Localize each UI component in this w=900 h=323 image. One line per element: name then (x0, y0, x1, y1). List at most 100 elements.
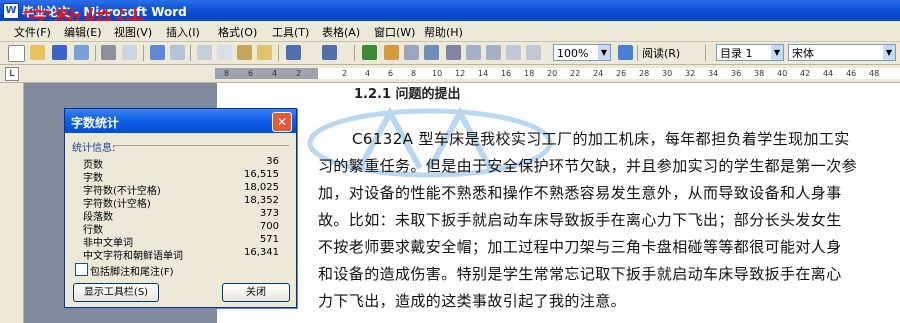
ruler-tick: 36 (731, 69, 742, 78)
toolbar-separator (278, 45, 279, 61)
document-page[interactable] (217, 83, 900, 323)
menu-view[interactable]: 视图(V) (114, 24, 152, 40)
document-map-icon[interactable] (486, 45, 501, 60)
menu-window[interactable]: 窗口(W) (374, 24, 415, 40)
toolbar-separator (95, 45, 96, 61)
redo-icon[interactable] (322, 45, 337, 60)
stat-row-chars-no-spaces: 字符数(不计空格) 18,025 (83, 182, 279, 197)
menu-tools[interactable]: 工具(T) (272, 24, 309, 40)
font-select[interactable]: 宋体 ▼ (788, 44, 896, 61)
ruler-tick: 34 (708, 69, 719, 78)
menu-table[interactable]: 表格(A) (322, 24, 360, 40)
drawing-icon[interactable] (466, 45, 481, 60)
ruler-tick: 32 (685, 69, 696, 78)
ruler-tick: 22 (570, 69, 581, 78)
stat-row-chars-with-spaces: 字符数(计空格) 18,352 (83, 195, 279, 210)
menu-insert[interactable]: 插入(I) (166, 24, 200, 40)
stat-row-asian-chars: 中文字符和朝鲜语单词 16,341 (83, 247, 279, 262)
stat-row-lines: 行数 700 (83, 221, 279, 236)
menu-edit[interactable]: 编辑(E) (64, 24, 102, 40)
ruler-tick: 8 (411, 69, 417, 78)
print-icon[interactable] (101, 45, 116, 60)
research-icon[interactable] (170, 45, 185, 60)
include-footnotes-label[interactable]: 包括脚注和尾注(F) (90, 263, 174, 278)
ruler-tick: 44 (823, 69, 834, 78)
chevron-down-icon[interactable]: ▼ (771, 45, 783, 60)
ruler-tick: 28 (639, 69, 650, 78)
dialog-title: 字数统计 (71, 116, 120, 130)
print-preview-icon[interactable] (122, 45, 137, 60)
paragraph-line: 故。比如：未取下扳手就启动车床导致扳手在离心力下飞出；部分长头发女生 (318, 211, 842, 229)
ruler-tick: 6 (388, 69, 394, 78)
show-hide-icon[interactable] (506, 45, 521, 60)
ruler-tick: 38 (754, 69, 765, 78)
help-icon[interactable] (618, 45, 633, 60)
ruler-tick: 2 (342, 69, 348, 78)
word-app-icon: W (3, 3, 19, 19)
new-document-icon[interactable] (8, 45, 25, 62)
paragraph-line: 不按老师要求戴安全帽；加工过程中刀架与三角卡盘相碰等等都很可能对人身 (318, 238, 842, 256)
show-toolbar-button[interactable]: 显示工具栏(S) (73, 283, 159, 302)
chevron-down-icon[interactable]: ▼ (883, 45, 895, 60)
open-folder-icon[interactable] (30, 45, 45, 60)
ruler-tick: 6 (248, 69, 254, 78)
ruler-tick: 46 (846, 69, 857, 78)
ruler-tick: 18 (524, 69, 535, 78)
ruler-tick: 16 (501, 69, 512, 78)
ruler-margin (215, 68, 318, 79)
insert-excel-icon[interactable] (424, 45, 439, 60)
paste-icon[interactable] (237, 45, 252, 60)
menu-help[interactable]: 帮助(H) (424, 24, 463, 40)
ruler-tick: 14 (478, 69, 489, 78)
zoom-select[interactable]: 100% ▼ (553, 44, 611, 61)
format-painter-icon[interactable] (257, 45, 272, 60)
toolbar-separator (143, 45, 144, 61)
stat-row-non-asian-words: 非中文单词 571 (83, 234, 279, 249)
hyperlink-icon[interactable] (362, 45, 377, 60)
ruler-tick: 30 (662, 69, 673, 78)
horizontal-ruler: L 8 6 4 2 2 4 6 8 10 12 14 16 18 20 22 2… (0, 65, 900, 83)
standard-toolbar: 100% ▼ 阅读(R) 目录 1 ▼ 宋体 ▼ (0, 42, 900, 65)
menu-format[interactable]: 格式(O) (218, 24, 257, 40)
chevron-down-icon[interactable]: ▼ (598, 45, 610, 60)
spelling-icon[interactable] (150, 45, 165, 60)
menu-file[interactable]: 文件(F) (14, 24, 51, 40)
close-button[interactable]: 关闭 (222, 283, 290, 302)
stat-value: 18,352 (244, 195, 279, 206)
close-icon[interactable]: ✕ (272, 112, 292, 132)
ruler-tick: 20 (547, 69, 558, 78)
cut-icon[interactable] (197, 45, 212, 60)
style-select[interactable]: 目录 1 ▼ (716, 44, 784, 61)
undo-icon[interactable] (286, 45, 301, 60)
insert-table-icon[interactable] (404, 45, 419, 60)
ruler-tick: 2 (296, 69, 302, 78)
dialog-title-bar[interactable]: 字数统计 ✕ (65, 109, 296, 133)
menu-bar: 文件(F) 编辑(E) 视图(V) 插入(I) 格式(O) 工具(T) 表格(A… (0, 21, 900, 42)
toolbar-separator (354, 45, 355, 61)
ruler-tick: 8 (224, 69, 230, 78)
style-value: 目录 1 (720, 47, 753, 60)
stat-value: 571 (259, 234, 279, 245)
toolbar-separator (190, 45, 191, 61)
save-icon[interactable] (52, 45, 67, 60)
copy-icon[interactable] (217, 45, 232, 60)
tab-selector-icon[interactable]: L (5, 67, 19, 81)
paragraph-line: C6132A 型车床是我校实习工厂的加工机床，每年都担负着学生现加工实 (352, 130, 850, 148)
include-footnotes-checkbox[interactable] (75, 263, 88, 276)
tables-borders-icon[interactable] (384, 45, 399, 60)
stat-value: 16,515 (244, 169, 279, 180)
font-value: 宋体 (792, 47, 814, 60)
ruler-tick: 4 (272, 69, 278, 78)
stat-value: 18,025 (244, 182, 279, 193)
read-mode-button[interactable]: 阅读(R) (642, 45, 680, 61)
permission-icon[interactable] (74, 45, 89, 60)
ruler-tick: 40 (777, 69, 788, 78)
ruler-tick: 42 (800, 69, 811, 78)
stat-value: 700 (259, 221, 279, 232)
ink-icon[interactable] (526, 45, 541, 60)
columns-icon[interactable] (446, 45, 461, 60)
ruler-tick: 24 (593, 69, 604, 78)
paragraph-line: 加，对设备的性能不熟悉和操作不熟悉容易发生意外，从而导致设备和人身事 (318, 184, 842, 202)
ruler-tick: 4 (365, 69, 371, 78)
paragraph-line: 和设备的造成伤害。特别是学生常常忘记取下扳手就启动车床导致扳手在离心 (318, 265, 842, 283)
